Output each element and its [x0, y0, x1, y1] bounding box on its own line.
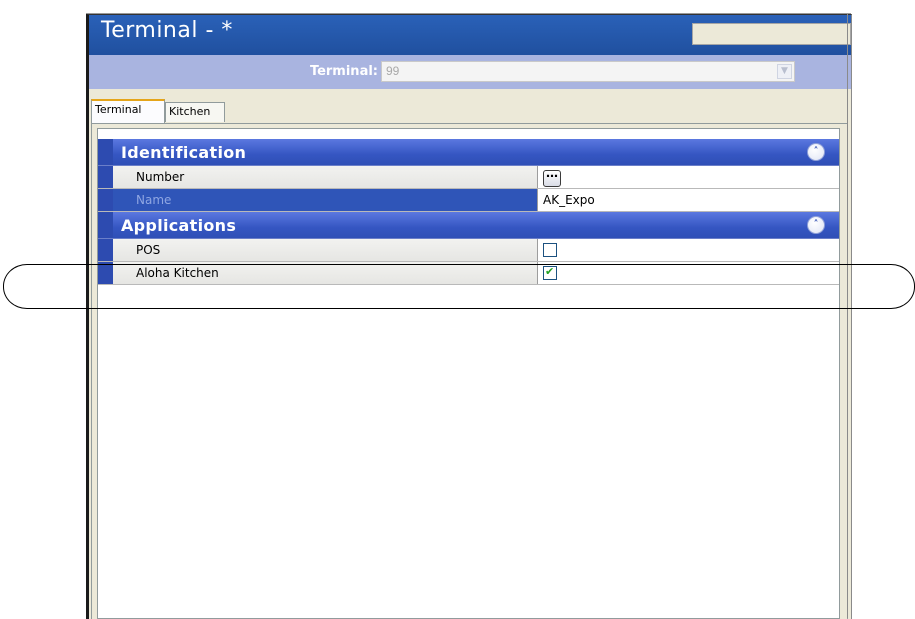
ellipsis-icon[interactable]: ⋯: [543, 170, 561, 187]
grid-row-aloha-kitchen[interactable]: Aloha Kitchen: [98, 262, 839, 285]
row-label: Aloha Kitchen: [113, 262, 538, 284]
row-label: POS: [113, 239, 538, 261]
row-label-text: Number: [136, 170, 185, 184]
number-field[interactable]: 81 ⋯: [539, 166, 839, 188]
collapse-up-icon[interactable]: ˄: [807, 143, 825, 161]
section-gutter: [98, 212, 113, 238]
title-bar: Terminal - *: [89, 15, 851, 55]
grid-row-name[interactable]: Name AK_Expo: [98, 189, 839, 212]
row-gutter: [98, 189, 113, 211]
tab-terminal[interactable]: Terminal: [91, 99, 165, 123]
row-label-text: Aloha Kitchen: [136, 266, 219, 280]
terminal-selector-value: 99: [386, 64, 400, 78]
tab-kitchen[interactable]: Kitchen: [165, 102, 225, 122]
section-gutter: [98, 139, 113, 165]
property-grid: Identification ˄ Number 81 ⋯ Name AK_Exp…: [98, 139, 839, 285]
dropdown-arrow-icon[interactable]: ▼: [777, 64, 792, 79]
section-title: Applications: [121, 216, 237, 235]
property-panel: Identification ˄ Number 81 ⋯ Name AK_Exp…: [97, 128, 840, 619]
window-edge: [847, 14, 848, 618]
section-title: Identification: [121, 143, 247, 162]
title-search-box[interactable]: [692, 23, 851, 45]
window-title: Terminal - *: [101, 18, 233, 43]
tab-strip: Terminal Kitchen: [89, 99, 851, 123]
pos-field: [539, 239, 839, 261]
aloha-kitchen-field: [539, 262, 839, 284]
row-gutter: [98, 166, 113, 188]
section-header-identification[interactable]: Identification ˄: [98, 139, 839, 166]
section-header-applications[interactable]: Applications ˄: [98, 212, 839, 239]
row-label-text: Name: [136, 193, 172, 207]
terminal-selector-label: Terminal:: [309, 64, 378, 79]
name-value: AK_Expo: [543, 193, 595, 207]
grid-row-number[interactable]: Number 81 ⋯: [98, 166, 839, 189]
row-gutter: [98, 239, 113, 261]
terminal-selector-combo[interactable]: 99 ▼: [381, 61, 795, 82]
collapse-up-icon[interactable]: ˄: [807, 216, 825, 234]
terminal-window: Terminal - * Terminal: 99 ▼ Terminal Kit…: [86, 13, 852, 619]
aloha-kitchen-checkbox[interactable]: [543, 265, 557, 280]
row-label-text: POS: [136, 243, 161, 257]
pos-checkbox[interactable]: [543, 243, 557, 257]
grid-row-pos[interactable]: POS: [98, 239, 839, 262]
row-label: Number: [113, 166, 538, 188]
name-field[interactable]: AK_Expo: [539, 189, 839, 211]
row-label: Name: [113, 189, 538, 211]
record-header: Terminal: 99 ▼: [89, 55, 851, 89]
row-gutter: [98, 262, 113, 284]
